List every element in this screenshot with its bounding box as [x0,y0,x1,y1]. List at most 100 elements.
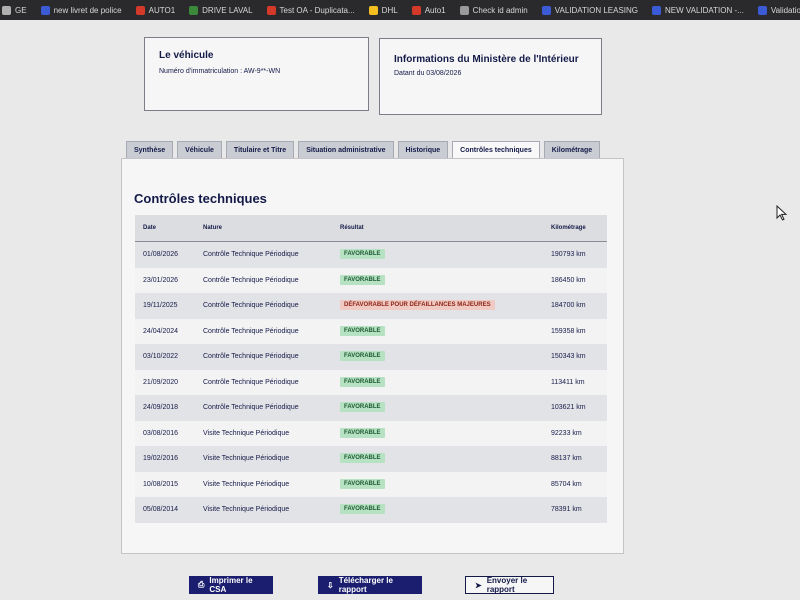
section-title: Contrôles techniques [134,191,267,206]
bookmark-item[interactable]: AUTO1 [135,5,176,15]
bookmark-favicon-icon [2,5,11,15]
cell-date: 24/04/2024 [143,327,179,335]
bookmark-item[interactable]: Test OA - Duplicata... [266,5,355,15]
status-badge-favorable: FAVORABLE [340,376,385,387]
header-resultat: Résultat [340,225,364,231]
registration-number: Numéro d'immatriculation : AW-9**-WN [159,68,281,75]
table-row: 24/04/2024 Contrôle Technique Périodique F… [135,318,607,344]
cell-date: 19/02/2016 [143,455,179,462]
cell-kilometrage: 78391 km [551,506,582,513]
bookmark-label: DHL [381,5,398,15]
cell-kilometrage: 159358 km [551,327,586,335]
tab-titulaire[interactable]: Titulaire et Titre [225,141,295,159]
bookmark-item[interactable]: GE [2,5,27,15]
cell-nature: Contrôle Technique Périodique [203,276,299,284]
ministry-date: Datant du 03/08/2026 [394,70,462,77]
status-badge-favorable: FAVORABLE [340,249,385,259]
bookmark-favicon-icon [135,5,145,15]
cell-nature: Contrôle Technique Périodique [203,378,299,386]
bookmark-label: AUTO1 [148,5,176,15]
bookmark-label: Validations l [770,5,800,15]
table-row: 23/01/2026 Contrôle Technique Périodique F… [135,267,607,293]
cell-date: 23/01/2026 [143,276,179,284]
cell-date: 10/08/2015 [143,480,179,488]
tab-bar: Synthèse Véhicule Titulaire et Titre Sit… [126,141,601,159]
table-row: 03/08/2016 Visite Technique Périodique FAV… [135,420,607,446]
header-kilometrage: Kilométrage [551,225,586,231]
cell-nature: Contrôle Technique Périodique [203,302,299,309]
inspections-table: Date Nature Résultat Kilométrage 01/08/2… [135,215,607,523]
tab-situation-administrative[interactable]: Situation administrative [298,141,394,159]
bookmark-item[interactable]: new livret de police [40,5,122,15]
status-badge-favorable: FAVORABLE [340,351,385,361]
cell-date: 21/09/2020 [143,378,179,386]
tab-kilometrage[interactable]: Kilométrage [543,141,601,159]
bookmark-item[interactable]: DHL [368,5,398,15]
cell-nature: Contrôle Technique Périodique [203,353,299,360]
send-icon: ➤ [475,580,482,590]
bookmark-label: GE [15,5,27,15]
cell-kilometrage: 103621 km [551,404,586,411]
table-body: 01/08/2026 Contrôle Technique Périodique F… [135,242,607,523]
cell-kilometrage: 184700 km [551,302,586,309]
cell-date: 19/11/2025 [143,302,178,309]
bookmark-item[interactable]: DRIVE LAVAL [189,5,253,15]
table-row: 01/08/2026 Contrôle Technique Périodique F… [135,242,607,268]
bookmark-label: new livret de police [53,5,122,15]
status-badge-favorable: FAVORABLE [340,402,385,412]
printer-icon: ⎙ [198,580,205,589]
bookmark-favicon-icon [266,5,276,15]
table-row: 10/08/2015 Visite Technique Périodique FAV… [135,471,607,497]
download-report-label: Télécharger le rapport [338,576,393,594]
status-badge-favorable: FAVORABLE [340,453,385,463]
table-row: 24/09/2018 Contrôle Technique Périodique F… [135,395,607,421]
cell-kilometrage: 92233 km [551,429,582,437]
cell-date: 01/08/2026 [143,251,179,258]
cell-date: 24/09/2018 [143,404,179,411]
header-nature: Nature [203,225,223,231]
bookmark-favicon-icon [189,5,199,15]
cell-nature: Visite Technique Périodique [203,480,290,488]
bookmark-favicon-icon [411,5,421,15]
bookmark-label: VALIDATION LEASING [554,5,639,15]
send-report-button[interactable]: ➤ Envoyer le rapport [465,576,554,594]
print-csa-button[interactable]: ⎙ Imprimer le CSA [189,576,273,594]
vehicle-card-title: Le véhicule [159,50,214,61]
cell-date: 03/10/2022 [143,353,179,360]
bookmark-label: Check id admin [472,5,528,15]
tab-historique[interactable]: Historique [397,141,449,159]
cell-date: 03/08/2016 [143,429,179,437]
bookmark-favicon-icon [368,5,378,15]
bookmark-favicon-icon [40,5,50,15]
cell-kilometrage: 150343 km [551,353,586,360]
cell-kilometrage: 113411 km [551,378,585,386]
table-row: 19/02/2016 Visite Technique Périodique FAV… [135,446,607,472]
print-csa-label: Imprimer le CSA [209,576,253,594]
table-row: 19/11/2025 Contrôle Technique Périodique D… [135,293,607,319]
cell-kilometrage: 88137 km [551,455,582,462]
bookmark-favicon-icon [541,5,551,15]
download-icon: ⇩ [327,580,334,590]
bookmark-item[interactable]: VALIDATION LEASING [541,5,639,15]
header-date: Date [143,225,157,231]
tab-controles-techniques[interactable]: Contrôles techniques [452,141,540,159]
cell-nature: Visite Technique Périodique [203,429,290,437]
bookmark-label: NEW VALIDATION -... [665,5,744,15]
bookmark-label: DRIVE LAVAL [202,5,253,15]
bookmark-item[interactable]: Validations l [757,5,800,15]
bookmark-item[interactable]: NEW VALIDATION -... [652,5,744,15]
status-badge-defavorable: DÉFAVORABLE POUR DÉFAILLANCES MAJEURES [340,300,495,310]
status-badge-favorable: FAVORABLE [340,274,385,285]
tab-vehicule[interactable]: Véhicule [177,141,222,159]
table-row: 05/08/2014 Visite Technique Périodique FAV… [135,497,607,523]
bookmark-item[interactable]: Check id admin [459,5,528,15]
bookmark-item[interactable]: Auto1 [411,5,446,15]
cell-kilometrage: 190793 km [551,251,586,258]
send-report-label: Envoyer le rapport [486,576,528,594]
tab-synthese[interactable]: Synthèse [126,141,174,159]
cell-nature: Visite Technique Périodique [203,455,290,462]
cell-kilometrage: 186450 km [551,276,586,284]
status-badge-favorable: FAVORABLE [340,325,385,336]
ministry-card: Informations du Ministère de l'Intérieur… [379,38,602,115]
download-report-button[interactable]: ⇩ Télécharger le rapport [318,576,422,594]
